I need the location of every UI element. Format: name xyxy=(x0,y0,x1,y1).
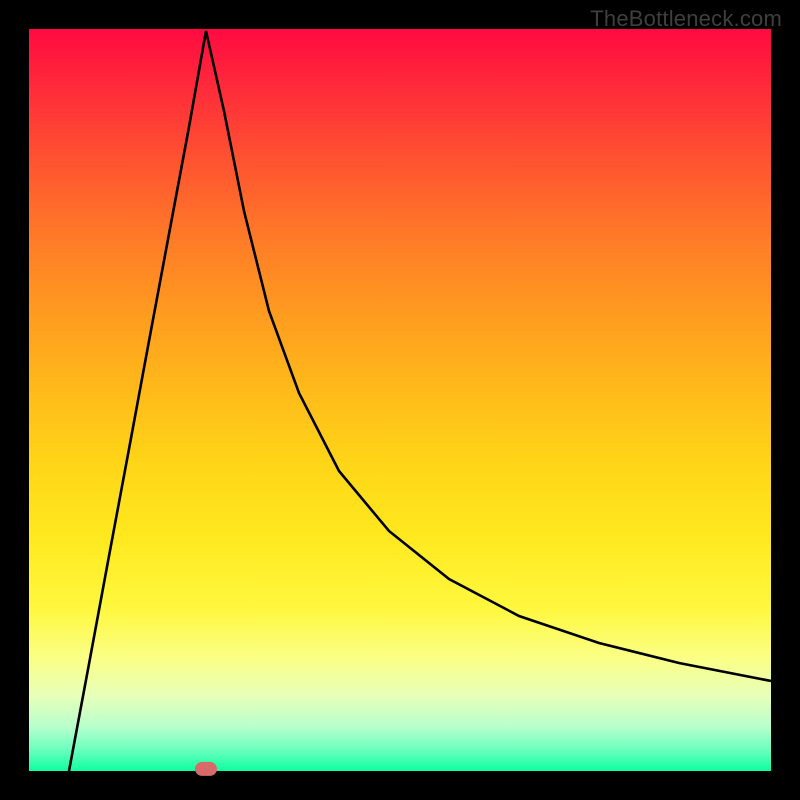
optimal-point-marker xyxy=(195,762,217,776)
bottleneck-curve xyxy=(29,29,771,771)
chart-plot-area xyxy=(29,29,771,771)
watermark-text: TheBottleneck.com xyxy=(590,6,782,32)
